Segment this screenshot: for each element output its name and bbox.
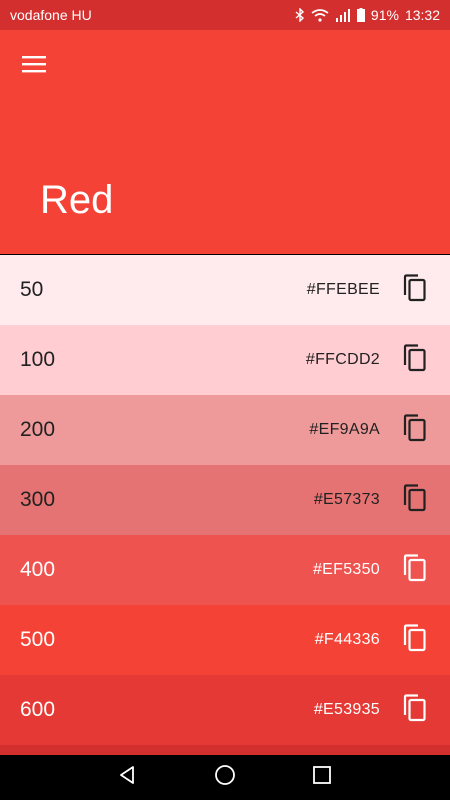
copy-icon <box>401 693 427 727</box>
copy-icon <box>401 483 427 517</box>
copy-button[interactable] <box>400 623 428 657</box>
copy-icon <box>401 273 427 307</box>
copy-button[interactable] <box>400 693 428 727</box>
signal-icon <box>335 8 351 22</box>
list-item[interactable]: 600 #E53935 <box>0 675 450 745</box>
shade-hex: #E57373 <box>313 491 380 508</box>
page-title: Red <box>40 178 114 222</box>
app-bar: Red <box>0 30 450 254</box>
copy-button[interactable] <box>400 483 428 517</box>
home-icon <box>214 764 236 791</box>
copy-icon <box>401 413 427 447</box>
carrier-label: vodafone HU <box>10 7 92 23</box>
copy-button[interactable] <box>400 413 428 447</box>
shade-hex: #EF9A9A <box>309 421 380 438</box>
list-item[interactable]: 300 #E57373 <box>0 465 450 535</box>
wifi-icon <box>311 8 329 22</box>
recents-button[interactable] <box>302 758 342 798</box>
copy-button[interactable] <box>400 553 428 587</box>
shade-name: 600 <box>20 698 56 721</box>
shade-hex: #F44336 <box>314 631 380 648</box>
list-item[interactable]: 200 #EF9A9A <box>0 395 450 465</box>
back-icon <box>118 765 138 790</box>
shade-name: 500 <box>20 628 56 651</box>
menu-button[interactable] <box>16 48 52 84</box>
shade-name: 300 <box>20 488 56 511</box>
status-time: 13:32 <box>404 7 440 23</box>
status-bar: vodafone HU 91% 13:32 <box>0 0 450 30</box>
list-item[interactable]: 100 #FFCDD2 <box>0 325 450 395</box>
home-button[interactable] <box>205 758 245 798</box>
shade-hex: #FFCDD2 <box>305 351 380 368</box>
battery-label: 91% <box>370 7 399 23</box>
shade-name: 200 <box>20 418 56 441</box>
menu-icon <box>22 55 46 78</box>
list-item[interactable]: 700#D32F2F <box>0 745 450 755</box>
recents-icon <box>312 766 331 789</box>
shade-name: 50 <box>20 278 44 301</box>
shade-name: 400 <box>20 558 56 581</box>
shade-hex: #E53935 <box>313 701 380 718</box>
copy-button[interactable] <box>400 273 428 307</box>
copy-icon <box>401 553 427 587</box>
shade-name: 100 <box>20 348 56 371</box>
list-item[interactable]: 500 #F44336 <box>0 605 450 675</box>
list-item[interactable]: 50 #FFEBEE <box>0 255 450 325</box>
shade-list: 50 #FFEBEE 100 #FFCDD2 200 #EF9A9A 300 #E57373 4… <box>0 255 450 755</box>
shade-hex: #EF5350 <box>312 561 380 578</box>
shade-hex: #FFEBEE <box>306 281 380 298</box>
copy-icon <box>401 623 427 657</box>
battery-icon <box>356 8 365 22</box>
bluetooth-icon <box>295 8 305 22</box>
copy-icon <box>401 343 427 377</box>
back-button[interactable] <box>108 758 148 798</box>
copy-button[interactable] <box>400 343 428 377</box>
navigation-bar <box>0 755 450 800</box>
list-item[interactable]: 400 #EF5350 <box>0 535 450 605</box>
